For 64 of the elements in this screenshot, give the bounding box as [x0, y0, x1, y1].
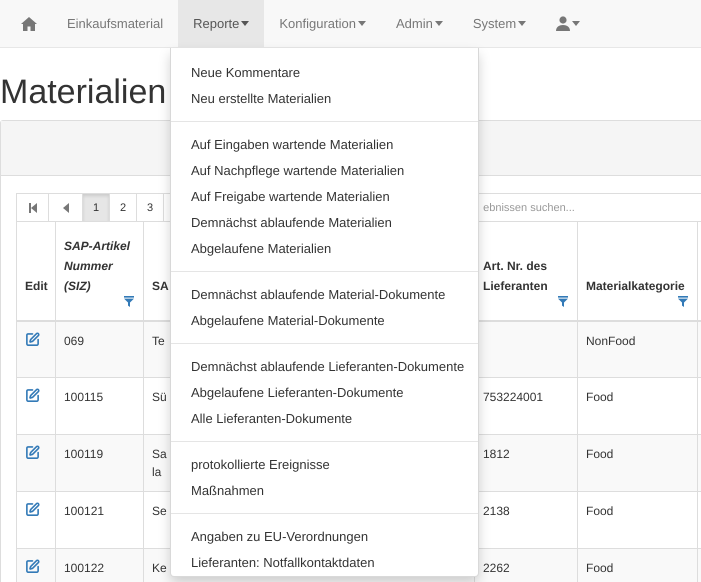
- menu-item[interactable]: Neu erstellte Materialien: [171, 86, 478, 112]
- caret-icon: [572, 21, 580, 26]
- first-page-icon: [28, 202, 36, 212]
- menu-item[interactable]: Demnächst ablaufende Materialien: [171, 210, 478, 236]
- edit-icon[interactable]: [25, 559, 40, 574]
- column-header-text: Art. Nr. des Lieferanten: [483, 258, 549, 294]
- caret-icon: [518, 21, 526, 26]
- page-title: Materialien: [0, 72, 166, 112]
- table-cell: 100115: [64, 390, 104, 404]
- nav-menu[interactable]: System: [458, 0, 542, 47]
- table-cell: Food: [586, 390, 614, 404]
- nav-menu[interactable]: Konfiguration: [264, 0, 381, 47]
- menu-item[interactable]: Auf Eingaben wartende Materialien: [171, 132, 478, 158]
- caret-icon: [434, 21, 443, 26]
- column-header-text: Edit: [25, 278, 48, 294]
- nav-link[interactable]: Einkaufsmaterial: [52, 0, 178, 47]
- page-button[interactable]: 1: [83, 194, 110, 221]
- filter-icon[interactable]: [678, 296, 688, 306]
- nav-menu[interactable]: Reporte: [178, 0, 264, 47]
- menu-item[interactable]: Auf Freigabe wartende Materialien: [171, 184, 478, 210]
- table-cell: Se: [152, 504, 167, 518]
- filter-icon[interactable]: [558, 296, 568, 306]
- filter-icon[interactable]: [124, 296, 134, 306]
- menu-item[interactable]: Neue Kommentare: [171, 60, 478, 86]
- menu-item[interactable]: Abgelaufene Material-Dokumente: [171, 308, 478, 334]
- previous-icon: [62, 202, 68, 212]
- table-cell: 069: [64, 334, 84, 348]
- menu-item[interactable]: Auf Nachpflege wartende Materialien: [171, 158, 478, 184]
- table-cell: Food: [586, 561, 614, 575]
- table-cell: Food: [586, 447, 614, 461]
- nav-menu[interactable]: Admin: [380, 0, 458, 47]
- table-cell: 100122: [64, 561, 104, 575]
- menu-item[interactable]: Alle Lieferanten-Dokumente: [171, 406, 478, 432]
- home-icon: [21, 16, 37, 30]
- edit-icon[interactable]: [25, 388, 40, 403]
- table-cell: 2262: [483, 561, 510, 575]
- menu-item[interactable]: Abgelaufene Materialien: [171, 236, 478, 262]
- user-icon: [556, 16, 570, 31]
- table-cell: Te: [152, 334, 165, 348]
- menu-item[interactable]: Lieferanten: Notfallkontaktdaten: [171, 550, 478, 576]
- table-cell: 2138: [483, 504, 510, 518]
- column-header-text: SA: [152, 278, 169, 294]
- edit-icon[interactable]: [25, 445, 40, 460]
- edit-icon[interactable]: [25, 502, 40, 517]
- edit-icon[interactable]: [25, 332, 40, 346]
- table-cell: Food: [586, 504, 614, 518]
- caret-icon: [358, 21, 366, 26]
- menu-item[interactable]: Demnächst ablaufende Lieferanten-Dokumente: [171, 354, 478, 380]
- table-cell: Sü: [152, 390, 167, 404]
- menu-item[interactable]: Maßnahmen: [171, 478, 478, 504]
- column-header-text: Materialkategorie: [586, 278, 685, 294]
- menu-item[interactable]: protokollierte Ereignisse: [171, 452, 478, 478]
- column-header-text: SAP-Artikel Nummer (SIZ): [64, 238, 132, 294]
- menu-item[interactable]: Angaben zu EU-Verordnungen: [171, 524, 478, 550]
- table-cell: 100121: [64, 504, 104, 518]
- menu-item[interactable]: Abgelaufene Lieferanten-Dokumente: [171, 380, 478, 406]
- caret-icon: [241, 21, 250, 26]
- table-cell: 1812: [483, 447, 510, 461]
- table-cell: Sa la: [152, 447, 167, 479]
- table-cell: 753224001: [483, 390, 544, 404]
- table-cell: Ke: [152, 561, 167, 575]
- table-cell: NonFood: [586, 334, 636, 348]
- menu-item[interactable]: Demnächst ablaufende Material-Dokumente: [171, 282, 478, 308]
- table-cell: 100119: [64, 447, 104, 461]
